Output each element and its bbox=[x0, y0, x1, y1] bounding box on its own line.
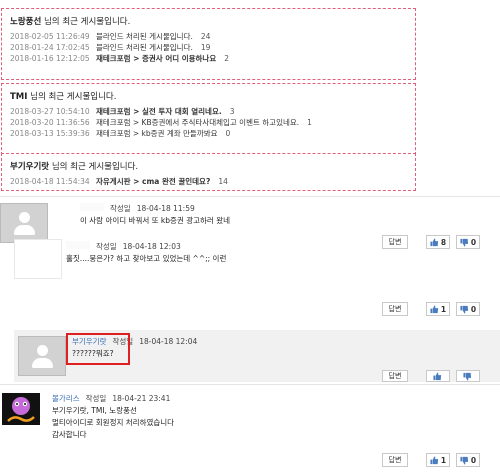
post-title[interactable]: 재테크포럼 > kb증권 계좌 만들까봐요 bbox=[96, 129, 218, 138]
comment-count: 1 bbox=[307, 118, 312, 127]
post-row[interactable]: 2018-03-20 11:36:56 재테크포럼 > KB증권에서 주식타사대체… bbox=[10, 117, 407, 128]
post-date: 2018-01-24 17:02:45 bbox=[10, 43, 90, 52]
post-row[interactable]: 2018-01-16 12:12:05 재테크포럼 > 증권사 어디 이용하나요 2 bbox=[10, 53, 407, 64]
comment-author[interactable] bbox=[80, 203, 104, 211]
post-title[interactable]: 블라인드 처리된 게시물입니다. bbox=[96, 43, 193, 52]
thumbs-down-icon bbox=[462, 372, 471, 381]
comment-item: 볼가리스 작성일 18-04-21 23:41 부기우기랏, TMI, 노랑풍선 멀… bbox=[0, 384, 500, 474]
comment-text: 부기우기랏, TMI, 노랑풍선 멀티아이디로 회원정지 처리하였습니다 감사합… bbox=[52, 406, 175, 439]
comment-author[interactable] bbox=[66, 241, 90, 249]
author-nick[interactable]: TMI bbox=[10, 92, 27, 102]
avatar-placeholder bbox=[14, 239, 62, 279]
recent-posts-box: 노랑풍선 님의 최근 게시물입니다. 2018-02-05 11:26:49 블라… bbox=[1, 8, 416, 80]
post-row[interactable]: 2018-01-24 17:02:45 블라인드 처리된 게시물입니다. 19 bbox=[10, 42, 407, 53]
title-suffix: 님의 최근 게시물입니다. bbox=[43, 17, 131, 27]
upvote-button[interactable]: 1 bbox=[426, 302, 450, 316]
post-date: 2018-02-05 11:26:49 bbox=[10, 32, 90, 41]
comment-meta: 작성일 18-04-18 12:03 bbox=[66, 241, 181, 252]
post-row[interactable]: 2018-03-13 15:39:36 재테크포럼 > kb증권 계좌 만들까봐요… bbox=[10, 128, 407, 139]
comment-count: 2 bbox=[224, 54, 230, 63]
post-date: 2018-04-18 11:54:34 bbox=[10, 177, 90, 186]
comment-date: 18-04-18 11:59 bbox=[136, 204, 195, 213]
comment-reply-item: 부기우기랏 작성일 18-04-18 12:04 ??????뭐죠? 답변 bbox=[0, 330, 500, 382]
comment-date: 18-04-21 23:41 bbox=[112, 394, 171, 403]
date-label: 작성일 bbox=[85, 394, 107, 403]
post-date: 2018-03-20 11:36:56 bbox=[10, 118, 90, 127]
comment-meta: 볼가리스 작성일 18-04-21 23:41 bbox=[52, 393, 170, 404]
recent-posts-box: TMI 님의 최근 게시물입니다. 2018-03-27 10:54:10 재테크… bbox=[1, 83, 416, 155]
comment-count: 24 bbox=[200, 32, 211, 41]
post-date: 2018-03-13 15:39:36 bbox=[10, 129, 90, 138]
comment-text: 홀짓....뭉은가? 하고 찾아보고 있었는데 ^^;; 이런 bbox=[66, 254, 227, 263]
title-suffix: 님의 최근 게시물입니다. bbox=[51, 162, 139, 172]
downvote-button[interactable]: 0 bbox=[456, 453, 480, 467]
post-date: 2018-03-27 10:54:10 bbox=[10, 107, 90, 116]
post-title[interactable]: 재테크포럼 > 증권사 어디 이용하나요 bbox=[96, 54, 216, 63]
comment-count: 19 bbox=[200, 43, 211, 52]
post-title[interactable]: 자유게시판 > cma 완전 꿀인데요? bbox=[96, 177, 210, 186]
user-badge-icon bbox=[2, 393, 40, 425]
downvote-button[interactable]: 0 bbox=[456, 302, 480, 316]
thumbs-down-icon bbox=[460, 456, 468, 465]
post-row[interactable]: 2018-03-27 10:54:10 재테크포럼 > 실전 투자 대회 열리네요… bbox=[10, 106, 407, 117]
date-label: 작성일 bbox=[110, 204, 131, 213]
author-nick[interactable]: 부기우기랏 bbox=[10, 162, 49, 172]
upvote-button[interactable] bbox=[426, 370, 450, 382]
post-row[interactable]: 2018-02-05 11:26:49 블라인드 처리된 게시물입니다. 24 bbox=[10, 31, 407, 42]
reply-button[interactable]: 답변 bbox=[382, 370, 408, 382]
downvote-button[interactable] bbox=[456, 370, 480, 382]
comment-count: 3 bbox=[229, 107, 235, 116]
comment-count: 14 bbox=[218, 177, 228, 186]
title-suffix: 님의 최근 게시물입니다. bbox=[30, 92, 117, 102]
recent-posts-title: 부기우기랏 님의 최근 게시물입니다. bbox=[10, 160, 407, 172]
comment-author[interactable]: 볼가리스 bbox=[52, 393, 80, 404]
comment-reply-item: 작성일 18-04-18 12:03 홀짓....뭉은가? 하고 찾아보고 있었는… bbox=[0, 234, 500, 326]
comment-date: 18-04-18 12:04 bbox=[139, 337, 198, 346]
reply-button[interactable]: 답변 bbox=[382, 302, 408, 316]
post-title[interactable]: 블라인드 처리된 게시물입니다. bbox=[96, 32, 193, 41]
thumbs-down-icon bbox=[460, 305, 468, 314]
author-nick[interactable]: 노랑풍선 bbox=[10, 17, 41, 27]
recent-posts-box: 부기우기랏 님의 최근 게시물입니다. 2018-04-18 11:54:34 자… bbox=[1, 153, 416, 191]
comment-text: 이 사람 아이디 바꿔서 또 kb증권 광고하러 왔네 bbox=[80, 216, 230, 225]
thumbs-up-icon bbox=[430, 455, 438, 464]
post-row[interactable]: 2018-04-18 11:54:34 자유게시판 > cma 완전 꿀인데요? 1… bbox=[10, 176, 407, 187]
post-title[interactable]: 재테크포럼 > KB증권에서 주식타사대체입고 이벤트 하고있네요. bbox=[96, 118, 299, 127]
red-highlight-box bbox=[66, 333, 130, 365]
date-label: 작성일 bbox=[96, 242, 117, 251]
comment-meta: 작성일 18-04-18 11:59 bbox=[80, 203, 195, 214]
recent-posts-title: 노랑풍선 님의 최근 게시물입니다. bbox=[10, 15, 407, 27]
thumbs-up-icon bbox=[432, 371, 441, 380]
default-user-icon bbox=[18, 336, 66, 376]
post-date: 2018-01-16 12:12:05 bbox=[10, 54, 90, 63]
comment-count: 0 bbox=[225, 129, 231, 138]
recent-posts-title: TMI 님의 최근 게시물입니다. bbox=[10, 90, 407, 102]
upvote-button[interactable]: 1 bbox=[426, 453, 450, 467]
reply-button[interactable]: 답변 bbox=[382, 453, 408, 467]
post-title[interactable]: 재테크포럼 > 실전 투자 대회 열리네요. bbox=[96, 107, 222, 116]
comment-date: 18-04-18 12:03 bbox=[122, 242, 181, 251]
thumbs-up-icon bbox=[430, 304, 438, 313]
